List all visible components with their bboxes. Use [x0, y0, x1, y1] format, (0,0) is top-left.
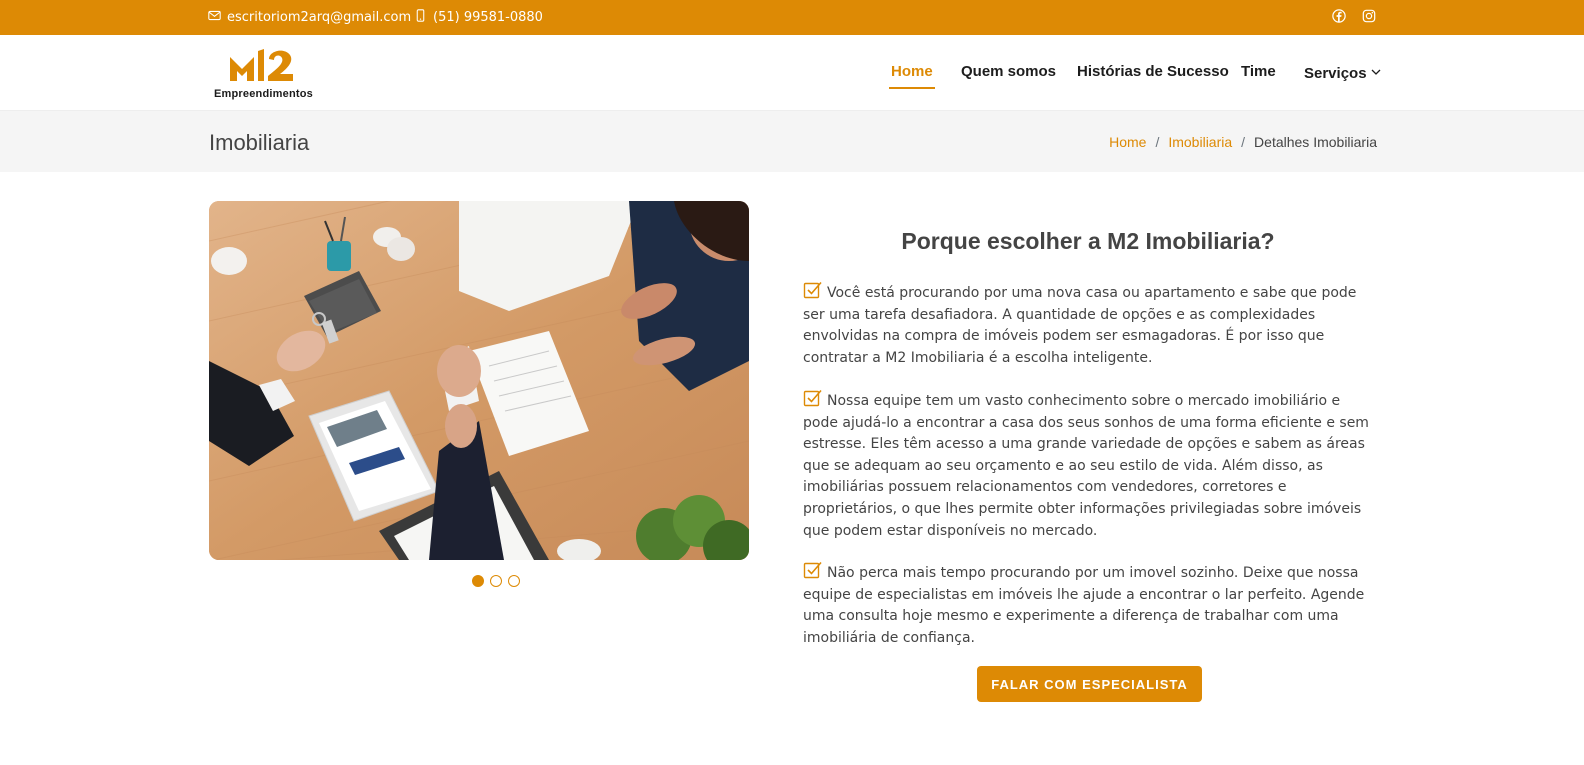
contact-phone[interactable]: (51) 99581-0880	[414, 9, 543, 26]
logo-subtitle: Empreendimentos	[214, 88, 313, 100]
paragraph-text: Nossa equipe tem um vasto conhecimento s…	[803, 393, 1369, 539]
nav-servicos-label: Serviços	[1304, 65, 1367, 82]
feature-paragraph: Nossa equipe tem um vasto conhecimento s…	[803, 388, 1375, 542]
handshake-photo	[209, 201, 749, 560]
carousel-indicators	[472, 575, 520, 587]
breadcrumb-current: Detalhes Imobiliaria	[1254, 134, 1377, 150]
paragraph-text: Não perca mais tempo procurando por um i…	[803, 565, 1365, 646]
checkbox-icon	[803, 280, 823, 300]
paragraph-text: Você está procurando por uma nova casa o…	[803, 285, 1357, 366]
carousel-dot[interactable]	[490, 575, 502, 587]
breadcrumb-separator: /	[1241, 134, 1246, 150]
breadcrumb-imobiliaria[interactable]: Imobiliaria	[1168, 134, 1232, 150]
logo-mark-icon	[230, 49, 293, 81]
breadcrumb-separator: /	[1155, 134, 1160, 150]
phone-icon	[414, 9, 427, 26]
checkbox-icon	[803, 388, 823, 408]
feature-paragraph: Não perca mais tempo procurando por um i…	[803, 560, 1375, 649]
breadcrumb-band: Imobiliaria Home / Imobiliaria / Detalhes Im…	[0, 111, 1584, 172]
nav-servicos[interactable]: Serviços	[1304, 63, 1381, 82]
talk-to-specialist-button[interactable]: FALAR COM ESPECIALISTA	[977, 666, 1202, 702]
instagram-icon[interactable]	[1361, 8, 1377, 24]
chevron-down-icon	[1371, 63, 1381, 80]
breadcrumb: Home / Imobiliaria / Detalhes Imobiliaria	[1109, 134, 1377, 150]
envelope-icon	[208, 9, 221, 26]
carousel-image[interactable]	[209, 201, 749, 560]
section-heading: Porque escolher a M2 Imobiliaria?	[901, 228, 1275, 254]
nav-home[interactable]: Home	[889, 63, 935, 89]
nav-historias[interactable]: Histórias de Sucesso	[1077, 63, 1229, 80]
nav-quem-somos[interactable]: Quem somos	[961, 63, 1056, 80]
carousel-dot[interactable]	[508, 575, 520, 587]
page-title: Imobiliaria	[209, 130, 310, 155]
email-text[interactable]: escritoriom2arq@gmail.com	[227, 10, 411, 25]
phone-text[interactable]: (51) 99581-0880	[433, 10, 543, 25]
contact-email[interactable]: escritoriom2arq@gmail.com	[208, 9, 411, 26]
top-bar: escritoriom2arq@gmail.com (51) 99581-088…	[0, 0, 1584, 35]
facebook-icon[interactable]	[1331, 8, 1347, 24]
carousel-dot[interactable]	[472, 575, 484, 587]
site-logo[interactable]: Empreendimentos	[212, 47, 317, 101]
feature-paragraph: Você está procurando por uma nova casa o…	[803, 280, 1375, 369]
breadcrumb-home[interactable]: Home	[1109, 134, 1146, 150]
site-header: Empreendimentos Home Quem somos História…	[0, 35, 1584, 111]
nav-time[interactable]: Time	[1241, 63, 1276, 80]
checkbox-icon	[803, 560, 823, 580]
